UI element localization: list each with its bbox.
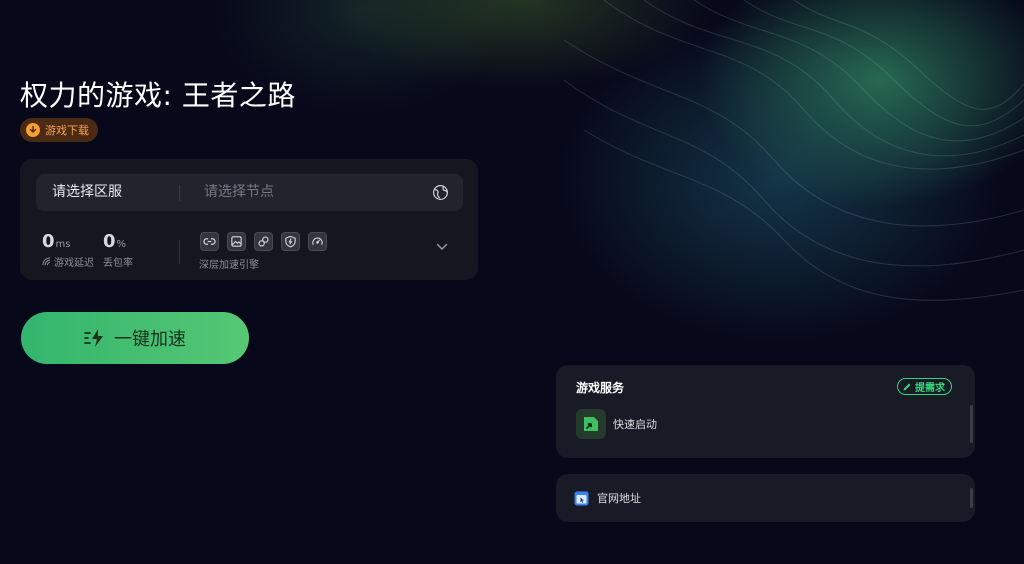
lightning-shield-icon[interactable] [281,232,300,251]
game-download-label: 游戏下载 [45,124,89,137]
chain-icon[interactable] [254,232,273,251]
quick-launch-icon [576,409,606,439]
latency-label: 游戏延迟 [54,258,94,269]
topographic-lines-decoration [564,0,1024,301]
speedometer-icon[interactable] [308,232,327,251]
quick-launch-item[interactable]: 快速启动 [576,409,657,439]
latency-value: 0 [42,231,55,252]
lightning-icon [84,329,103,347]
stats-divider [179,240,180,264]
chevron-down-icon[interactable] [436,242,448,252]
link-icon[interactable] [200,232,219,251]
game-services-card: 游戏服务 提需求 快速启动 [556,365,975,458]
game-services-title: 游戏服务 [576,381,625,395]
server-node-selector: 请选择区服 请选择节点 [36,174,463,211]
region-select[interactable]: 请选择区服 [52,174,122,211]
submit-request-label: 提需求 [915,383,945,394]
engine-label: 深层加速引擎 [199,260,259,271]
official-site-card: 官网地址 [556,474,975,522]
globe-icon[interactable] [432,184,449,201]
official-site-label: 官网地址 [597,492,641,505]
site-scrollbar[interactable] [970,488,973,508]
selector-divider [179,185,180,201]
pen-icon [903,383,911,390]
official-site-link[interactable]: 官网地址 [574,490,641,506]
services-scrollbar[interactable] [970,405,973,443]
loss-label: 丢包率 [103,258,133,269]
signal-icon [42,257,51,266]
browser-icon [574,491,589,505]
loss-unit: % [116,239,127,250]
latency-unit: ms [55,239,71,250]
game-title: 权力的游戏: 王者之路 [20,79,296,112]
one-click-accelerate-button[interactable]: 一键加速 [21,312,249,364]
download-icon [26,123,40,137]
acceleration-panel: 请选择区服 请选择节点 0ms 游戏延迟 0% 丢包率 深层加速引擎 [20,159,478,280]
accelerate-label: 一键加速 [114,329,186,350]
quick-launch-label: 快速启动 [613,418,657,431]
latency-stat: 0ms 游戏延迟 [42,231,94,269]
submit-request-button[interactable]: 提需求 [897,378,952,395]
game-download-button[interactable]: 游戏下载 [20,118,98,142]
image-frame-icon[interactable] [227,232,246,251]
node-select[interactable]: 请选择节点 [204,174,274,211]
engine-icon-row [200,232,327,251]
loss-value: 0 [103,231,116,252]
packet-loss-stat: 0% 丢包率 [103,231,133,269]
